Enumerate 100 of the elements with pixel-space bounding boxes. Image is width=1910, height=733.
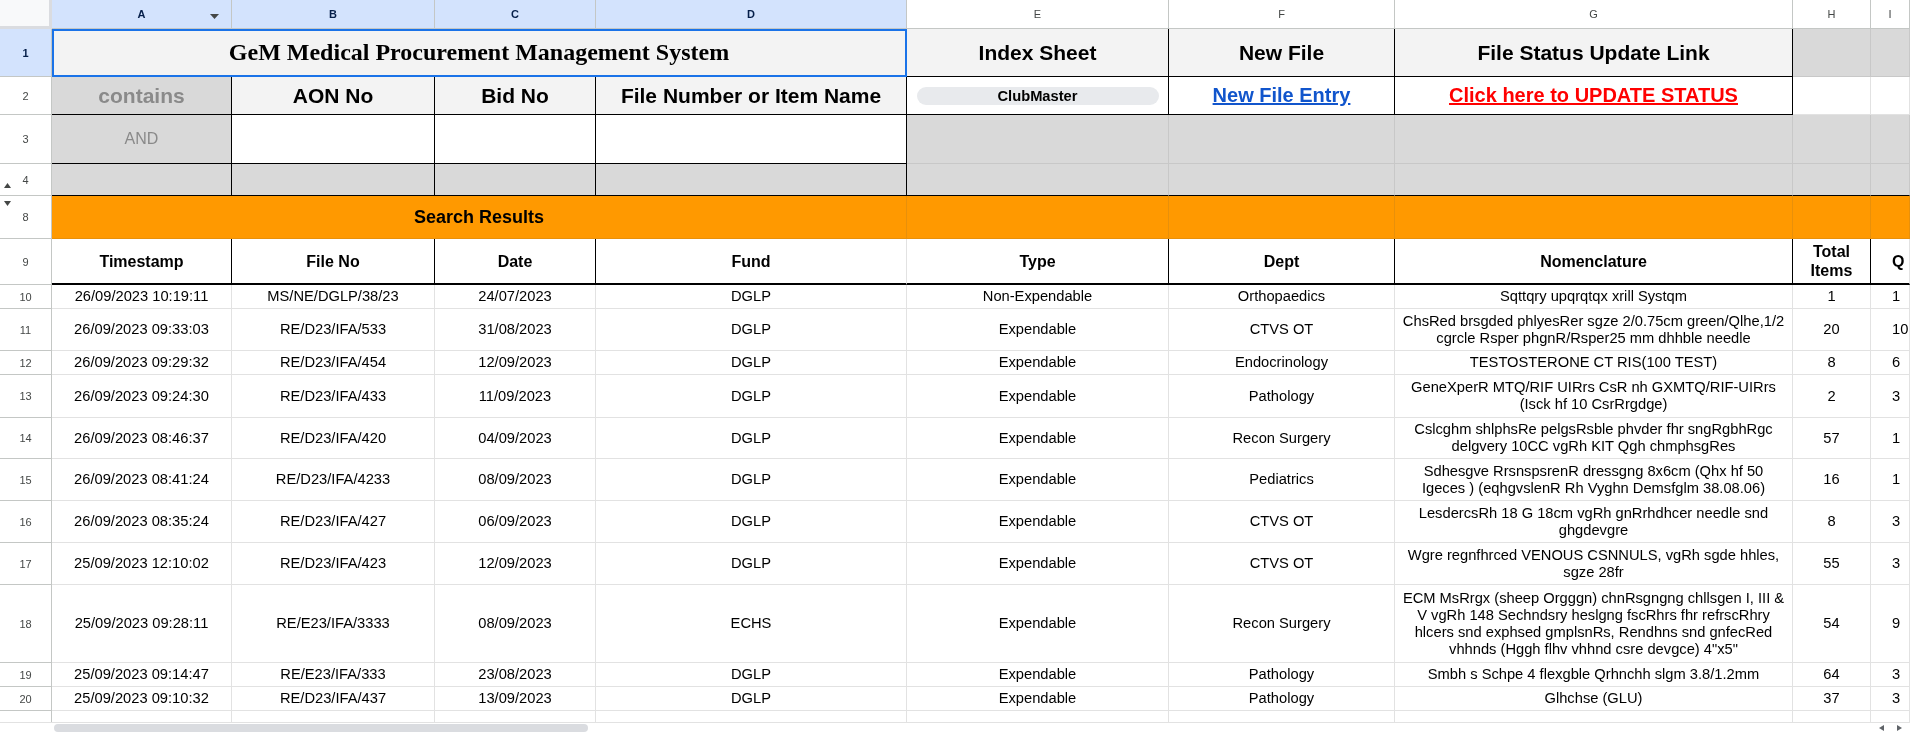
row-number[interactable]: 9 (0, 239, 52, 285)
row-number[interactable]: 13 (0, 375, 52, 418)
table-cell: DGLP (596, 687, 907, 711)
row-number[interactable]: 3 (0, 115, 52, 164)
table-cell: Smbh s Schpe 4 flexgble Qrhnchh slgm 3.8/1.2mm (1395, 663, 1793, 687)
table-cell: 1 (1871, 285, 1910, 309)
table-cell: 08/09/2023 (435, 459, 596, 501)
table-cell: GeneXperR MTQ/RIF UIRrs CsR nh GXMTQ/RIF-UIRrs (Isck hf 10 CsrRrgdge) (1395, 375, 1793, 418)
input-field[interactable] (596, 115, 907, 164)
table-cell: RE/D23/IFA/4233 (232, 459, 435, 501)
table-cell: ECHS (596, 585, 907, 663)
column-header: File No (232, 239, 435, 285)
table-cell: DGLP (596, 375, 907, 418)
row-number[interactable]: 8 (0, 196, 52, 239)
table-cell: Expendable (907, 501, 1169, 543)
table-cell: 8 (1793, 501, 1871, 543)
column-header: Fund (596, 239, 907, 285)
table-cell: Sqttqry upqrqtqx xrill Systqm (1395, 285, 1793, 309)
table-cell: 64 (1793, 663, 1871, 687)
column-letter[interactable]: A (52, 0, 232, 29)
column-letter[interactable]: H (1793, 0, 1871, 29)
table-cell: RE/D23/IFA/454 (232, 351, 435, 375)
table-cell: DGLP (596, 309, 907, 351)
blank-cell (1871, 77, 1910, 115)
column-header: Dept (1169, 239, 1395, 285)
table-cell: 2 (1793, 375, 1871, 418)
column-header: Total Items (1793, 239, 1871, 285)
sheet-title: GeM Medical Procurement Management System (52, 29, 907, 77)
column-header: Nomenclature (1395, 239, 1793, 285)
input-field[interactable] (435, 115, 596, 164)
table-cell: DGLP (596, 285, 907, 309)
row-number[interactable]: 12 (0, 351, 52, 375)
table-cell: Expendable (907, 663, 1169, 687)
row-number[interactable]: 18 (0, 585, 52, 663)
table-cell: DGLP (596, 459, 907, 501)
row-number[interactable]: 1 (0, 29, 52, 77)
table-cell: 24/07/2023 (435, 285, 596, 309)
sheet-chip[interactable]: ClubMaster (916, 86, 1159, 105)
column-letter[interactable]: C (435, 0, 596, 29)
caret-right-icon[interactable] (1897, 725, 1902, 731)
column-letter[interactable]: E (907, 0, 1169, 29)
column-header: Type (907, 239, 1169, 285)
table-cell: Expendable (907, 309, 1169, 351)
column-header: Timestamp (52, 239, 232, 285)
section-heading: Index Sheet (907, 29, 1169, 77)
input-field[interactable] (232, 115, 435, 164)
table-cell: 3 (1871, 687, 1910, 711)
table-cell: 11/09/2023 (435, 375, 596, 418)
table-cell: RE/E23/IFA/333 (232, 663, 435, 687)
table-cell: 3 (1871, 375, 1910, 418)
table-cell: 26/09/2023 08:41:24 (52, 459, 232, 501)
column-letter[interactable]: B (232, 0, 435, 29)
shaded-cell (1871, 164, 1910, 196)
table-cell: LesdercsRh 18 G 18cm vgRh gnRrhdhcer needle snd ghgdevgre (1395, 501, 1793, 543)
table-cell: Pathology (1169, 663, 1395, 687)
scrollbar-thumb[interactable] (54, 724, 588, 732)
table-cell: Cslcghm shlphsRe pelgsRsble phvder fhr sngRgbhRgc delgvery 10CC vgRh KIT Qgh chmphsgRes (1395, 418, 1793, 459)
table-cell: Expendable (907, 418, 1169, 459)
text-link[interactable]: New File Entry (1212, 84, 1351, 107)
row-number[interactable]: 10 (0, 285, 52, 309)
column-letter[interactable]: F (1169, 0, 1395, 29)
field-label: AON No (232, 77, 435, 115)
shaded-cell (1871, 115, 1910, 164)
table-cell: 26/09/2023 08:46:37 (52, 418, 232, 459)
table-cell: MS/NE/DGLP/38/23 (232, 285, 435, 309)
table-cell: 6 (1871, 351, 1910, 375)
row-number[interactable]: 11 (0, 309, 52, 351)
table-cell: Glhchse (GLU) (1395, 687, 1793, 711)
row-number[interactable]: 2 (0, 77, 52, 115)
table-cell: Wgre regnfhrced VENOUS CSNNULS, vgRh sgde hhles, sgze 28fr (1395, 543, 1793, 585)
operator-label: contains (52, 77, 232, 115)
row-number[interactable]: 14 (0, 418, 52, 459)
table-cell: Expendable (907, 351, 1169, 375)
table-cell: 26/09/2023 09:24:30 (52, 375, 232, 418)
row-number[interactable]: 20 (0, 687, 52, 711)
shaded-cell (1871, 29, 1910, 77)
table-cell: Non-Expendable (907, 285, 1169, 309)
row-number[interactable]: 15 (0, 459, 52, 501)
table-cell: TESTOSTERONE CT RIS(100 TEST) (1395, 351, 1793, 375)
table-cell: Expendable (907, 459, 1169, 501)
table-cell: Expendable (907, 543, 1169, 585)
column-letter[interactable]: I (1871, 0, 1910, 29)
table-cell: 54 (1793, 585, 1871, 663)
row-number[interactable]: 19 (0, 663, 52, 687)
table-cell: RE/D23/IFA/437 (232, 687, 435, 711)
column-letter[interactable]: D (596, 0, 907, 29)
table-cell: DGLP (596, 351, 907, 375)
table-cell: Orthopaedics (1169, 285, 1395, 309)
caret-left-icon[interactable] (1879, 725, 1884, 731)
table-cell: DGLP (596, 663, 907, 687)
table-cell: CTVS OT (1169, 309, 1395, 351)
row-number[interactable]: 17 (0, 543, 52, 585)
column-letter[interactable]: G (1395, 0, 1793, 29)
text-link[interactable]: Click here to UPDATE STATUS (1449, 84, 1738, 107)
table-cell: DGLP (596, 418, 907, 459)
table-cell: DGLP (596, 543, 907, 585)
table-cell: Expendable (907, 687, 1169, 711)
column-header: Q (1871, 239, 1910, 285)
row-number[interactable]: 16 (0, 501, 52, 543)
row-number[interactable]: 4 (0, 164, 52, 196)
